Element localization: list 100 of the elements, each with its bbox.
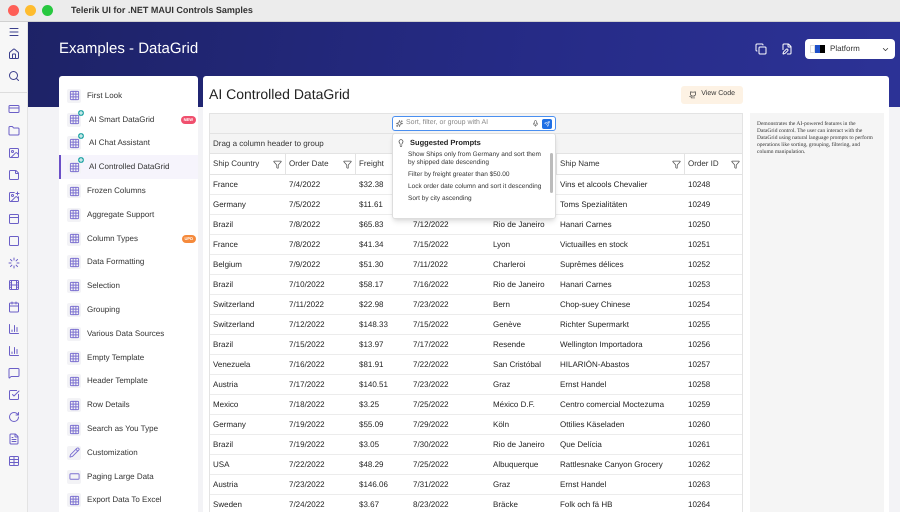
table-cell: 10252 <box>688 258 710 270</box>
column-header[interactable]: Order Date <box>286 154 356 174</box>
sidebar-item-label: Customization <box>87 446 139 459</box>
search-icon[interactable] <box>8 70 20 82</box>
grid-icon <box>68 494 80 506</box>
grid-icon <box>68 256 80 268</box>
spinner-icon[interactable] <box>8 411 20 423</box>
table-cell: 7/17/2022 <box>289 378 325 390</box>
square-icon[interactable] <box>8 235 20 247</box>
calendar-icon[interactable] <box>8 301 20 313</box>
table-cell: Hanari Carnes <box>560 218 612 230</box>
table-cell: 10255 <box>688 318 710 330</box>
send-icon <box>544 120 550 126</box>
image-icon[interactable] <box>8 147 20 159</box>
grid-icon <box>68 280 80 292</box>
sidebar-item[interactable]: Data Formatting <box>59 250 198 274</box>
grid-icon <box>68 209 80 220</box>
close-icon[interactable] <box>8 5 19 16</box>
picture-icon[interactable] <box>8 191 20 203</box>
table-cell: Köln <box>493 418 510 430</box>
table-cell: 7/18/2022 <box>289 398 325 410</box>
table-cell: $3.67 <box>359 498 380 510</box>
sidebar-item[interactable]: Customization <box>59 440 198 465</box>
table-cell: Victuailles en stock <box>560 238 628 250</box>
sidebar-item[interactable]: Various Data Sources <box>59 322 198 346</box>
table-cell: Brazil <box>213 278 234 290</box>
loader-icon[interactable] <box>8 257 20 269</box>
form-icon[interactable] <box>8 433 20 445</box>
scrollbar-thumb[interactable] <box>550 153 553 193</box>
sidebar-item-label: Frozen Columns <box>87 185 147 198</box>
sidebar-item[interactable]: AI Controlled DataGrid <box>59 155 198 180</box>
table-cell: Brazil <box>213 438 234 450</box>
column-header[interactable]: Ship Name <box>557 154 685 174</box>
table-icon[interactable] <box>8 455 20 467</box>
sidebar-item[interactable]: Paging Large Data <box>59 464 198 489</box>
table-cell: 7/15/2022 <box>289 338 325 350</box>
table-cell: Folk och fä HB <box>560 498 612 510</box>
sidebar-item[interactable]: Grouping <box>59 298 198 322</box>
sidebar-item[interactable]: AI Chat Assistant <box>59 132 198 156</box>
filter-icon[interactable] <box>672 160 681 168</box>
chart-icon[interactable] <box>8 323 20 335</box>
table-cell: Lyon <box>493 238 510 250</box>
paging-icon <box>68 471 80 482</box>
edit-icon[interactable] <box>781 43 793 55</box>
table-cell: Ernst Handel <box>560 378 606 390</box>
chart-icon[interactable] <box>8 345 20 357</box>
media-icon[interactable] <box>8 279 20 291</box>
column-header[interactable]: Order ID <box>685 154 742 174</box>
sidebar-item[interactable]: Header Template <box>59 370 198 394</box>
chat-icon[interactable] <box>8 367 20 379</box>
table-cell: Switzerland <box>213 298 254 310</box>
menu-icon[interactable] <box>8 26 20 38</box>
table-cell: Chop-suey Chinese <box>560 298 630 310</box>
sidebar-item[interactable]: Frozen Columns <box>59 179 198 203</box>
copy-icon[interactable] <box>755 43 767 55</box>
table-cell: 10248 <box>688 178 710 190</box>
lightbulb-icon <box>397 138 405 147</box>
sidebar-item-label: Paging Large Data <box>87 470 155 483</box>
table-cell: Ottilies Käseladen <box>560 418 624 430</box>
sidebar-item-label: AI Smart DataGrid <box>89 114 156 126</box>
sidebar-item[interactable]: Export Data To Excel <box>59 488 198 512</box>
table-cell: 7/23/2022 <box>413 298 449 310</box>
table-cell: 10256 <box>688 338 710 350</box>
filter-icon[interactable] <box>731 160 740 168</box>
check-icon[interactable] <box>8 389 20 401</box>
table-cell: 10253 <box>688 278 710 290</box>
column-header[interactable]: Ship Country <box>210 154 286 174</box>
table-cell: Suprêmes délices <box>560 258 624 270</box>
table-cell: Que Delícia <box>560 438 602 450</box>
table-cell: Hanari Carnes <box>560 278 612 290</box>
sidebar-item[interactable]: First Look <box>59 84 198 108</box>
sidebar-item[interactable]: Aggregate Support <box>59 202 198 227</box>
table-cell: Austria <box>213 378 238 390</box>
table-cell: Brazil <box>213 218 234 230</box>
microphone-icon[interactable] <box>532 120 539 127</box>
table-cell: Toms Spezialitäten <box>560 198 628 210</box>
card-icon[interactable] <box>8 103 20 115</box>
filter-icon[interactable] <box>343 160 352 168</box>
table-cell: 10257 <box>688 358 710 370</box>
sidebar-item-label: Data Formatting <box>87 256 146 268</box>
sidebar-item[interactable]: Row Details <box>59 393 198 418</box>
table-cell: Venezuela <box>213 358 250 370</box>
table-cell: 7/16/2022 <box>413 278 449 290</box>
sidebar-item[interactable]: Empty Template <box>59 346 198 370</box>
table-cell: $81.91 <box>359 358 384 370</box>
send-button[interactable] <box>542 118 552 128</box>
table-cell: HILARIÓN-Abastos <box>560 358 630 370</box>
sidebar-item[interactable]: Selection <box>59 274 198 298</box>
sidebar-item[interactable]: Search as You Type <box>59 417 198 441</box>
platform-dropdown[interactable]: Platform <box>805 39 895 59</box>
table-cell: $3.25 <box>359 398 380 410</box>
table-cell: Resende <box>493 338 526 350</box>
grid-icon <box>68 424 80 435</box>
home-icon[interactable] <box>8 48 20 60</box>
table-cell: Rio de Janeiro <box>493 438 545 450</box>
folder-icon[interactable] <box>8 125 20 137</box>
panel-icon[interactable] <box>8 213 20 225</box>
grid-icon <box>68 138 80 149</box>
note-icon[interactable] <box>8 169 20 181</box>
filter-icon[interactable] <box>273 160 282 168</box>
